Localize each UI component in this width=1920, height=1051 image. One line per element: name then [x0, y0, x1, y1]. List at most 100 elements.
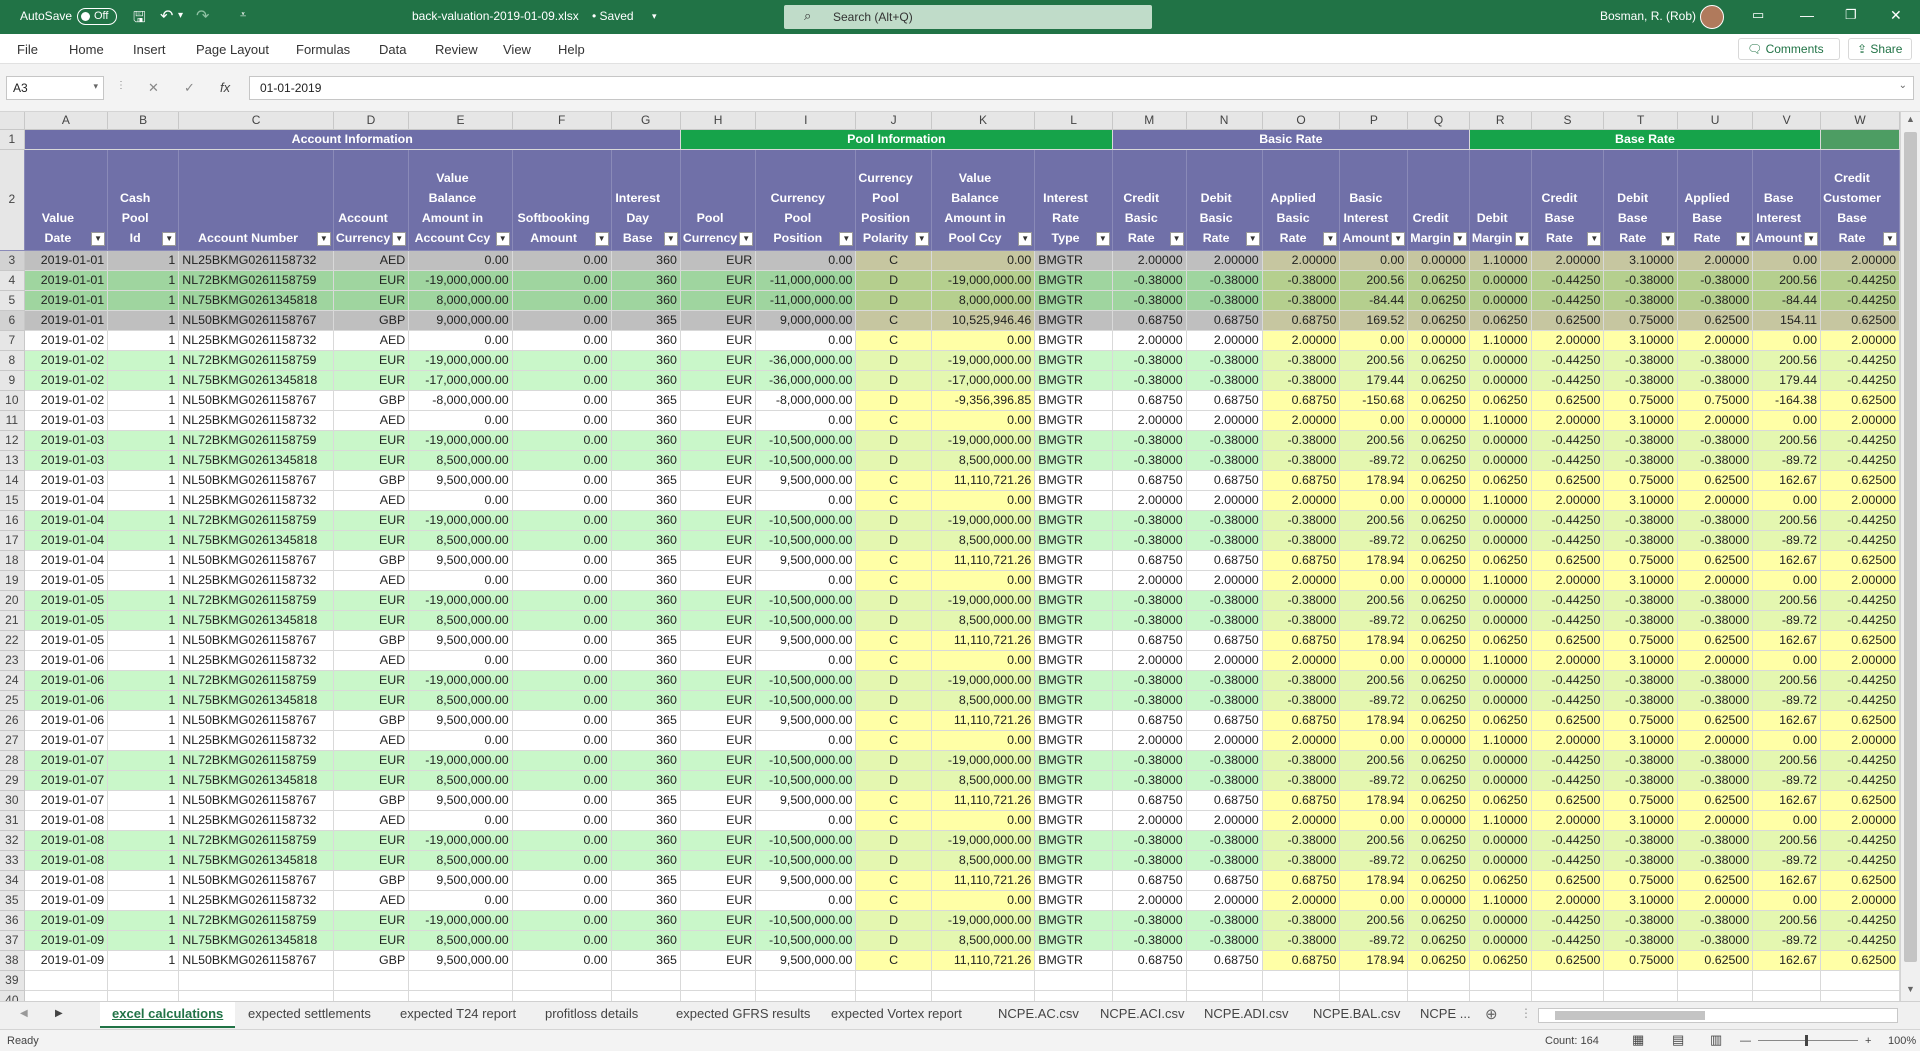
tab-review[interactable]: Review	[435, 42, 478, 57]
cell[interactable]: 0.75000	[1603, 950, 1678, 971]
cell[interactable]: 0.75000	[1603, 710, 1678, 731]
cell[interactable]: 0.00	[931, 810, 1036, 831]
cell[interactable]: 0.00	[512, 250, 612, 271]
cell[interactable]: -0.38000	[1603, 850, 1678, 871]
cell[interactable]: 11,110,721.26	[931, 790, 1036, 811]
cell[interactable]: NL72BKMG0261158759	[178, 670, 334, 691]
cell[interactable]: 2019-01-06	[24, 690, 109, 711]
cell[interactable]: C	[855, 410, 932, 431]
cell[interactable]: 0.06250	[1469, 870, 1532, 891]
cell[interactable]	[1112, 970, 1187, 991]
cell[interactable]	[755, 970, 857, 991]
cell[interactable]: 1	[107, 430, 180, 451]
sheet-tab[interactable]: NCPE.ACI.csv	[1088, 1002, 1197, 1028]
cell[interactable]	[333, 970, 410, 991]
cell[interactable]: BMGTR	[1034, 310, 1113, 331]
cell[interactable]: 0.68750	[1186, 710, 1263, 731]
cell[interactable]: 162.67	[1752, 630, 1822, 651]
cell[interactable]: 3.10000	[1603, 650, 1678, 671]
user-name[interactable]: Bosman, R. (Rob)	[1600, 9, 1696, 23]
user-avatar[interactable]	[1700, 5, 1724, 29]
cell[interactable]: 0.00000	[1469, 430, 1532, 451]
cell[interactable]: EUR	[680, 710, 757, 731]
cell[interactable]: 0.00	[931, 730, 1036, 751]
cell[interactable]: 8,500,000.00	[408, 770, 513, 791]
cell[interactable]: -0.44250	[1820, 530, 1900, 551]
cell[interactable]: 9,500,000.00	[755, 950, 857, 971]
cell[interactable]: BMGTR	[1034, 910, 1113, 931]
cell[interactable]: 1	[107, 410, 180, 431]
cell[interactable]: 0.00	[512, 510, 612, 531]
cell[interactable]: -0.38000	[1186, 270, 1263, 291]
cell[interactable]: 8,500,000.00	[408, 690, 513, 711]
cell[interactable]: 360	[611, 350, 681, 371]
column-header-J[interactable]: J	[855, 112, 932, 130]
sheet-tab[interactable]: NCPE.AC.csv	[986, 1002, 1091, 1028]
cell[interactable]: NL50BKMG0261158767	[178, 310, 334, 331]
cell[interactable]: 1	[107, 310, 180, 331]
cell[interactable]: 0.68750	[1186, 390, 1263, 411]
cell[interactable]: 2019-01-08	[24, 830, 109, 851]
cell[interactable]: 2.00000	[1677, 810, 1754, 831]
cell[interactable]: 0.06250	[1407, 910, 1470, 931]
cell[interactable]: AED	[333, 570, 410, 591]
cell[interactable]: 0.00000	[1469, 370, 1532, 391]
cell[interactable]: -10,500,000.00	[755, 590, 857, 611]
cell[interactable]: 2019-01-09	[24, 890, 109, 911]
cell[interactable]: -0.38000	[1677, 350, 1754, 371]
cell[interactable]: -0.38000	[1262, 670, 1341, 691]
cell[interactable]: BMGTR	[1034, 670, 1113, 691]
cell[interactable]: -8,000,000.00	[408, 390, 513, 411]
cell[interactable]: EUR	[680, 670, 757, 691]
row-header[interactable]: 12	[0, 430, 25, 451]
cell[interactable]: 0.62500	[1531, 630, 1605, 651]
cell[interactable]: BMGTR	[1034, 730, 1113, 751]
cell[interactable]: EUR	[680, 490, 757, 511]
cell[interactable]: -0.44250	[1531, 850, 1605, 871]
minimize-icon[interactable]: —	[1800, 7, 1814, 23]
cell[interactable]: 0.00	[1752, 410, 1822, 431]
cell[interactable]: -0.38000	[1677, 850, 1754, 871]
cell[interactable]: NL50BKMG0261158767	[178, 870, 334, 891]
cell[interactable]: 0.75000	[1603, 390, 1678, 411]
cell[interactable]: BMGTR	[1034, 250, 1113, 271]
cell[interactable]	[1262, 990, 1341, 1001]
cell[interactable]: 0.68750	[1186, 470, 1263, 491]
cell[interactable]: EUR	[680, 950, 757, 971]
cell[interactable]	[178, 970, 334, 991]
cell[interactable]: -0.38000	[1112, 830, 1187, 851]
cell[interactable]	[680, 970, 757, 991]
cell[interactable]: NL75BKMG0261345818	[178, 530, 334, 551]
cell[interactable]: 178.94	[1339, 950, 1409, 971]
cell[interactable]: BMGTR	[1034, 810, 1113, 831]
cell[interactable]: 0.00	[408, 650, 513, 671]
cell[interactable]	[1531, 990, 1605, 1001]
row-header[interactable]: 22	[0, 630, 25, 651]
search-input[interactable]: ⌕ Search (Alt+Q)	[784, 5, 1152, 29]
cell[interactable]: C	[855, 550, 932, 571]
cell[interactable]: BMGTR	[1034, 870, 1113, 891]
column-header-C[interactable]: C	[178, 112, 334, 130]
cell[interactable]: -19,000,000.00	[408, 590, 513, 611]
cell[interactable]: BMGTR	[1034, 350, 1113, 371]
cell[interactable]: -0.38000	[1262, 690, 1341, 711]
cell[interactable]: 0.00	[931, 650, 1036, 671]
filter-dropdown-icon[interactable]: ▼	[392, 231, 407, 246]
cell[interactable]: 0.00	[408, 570, 513, 591]
cell[interactable]	[931, 990, 1036, 1001]
cell[interactable]	[333, 990, 410, 1001]
row-header[interactable]: 39	[0, 970, 25, 991]
cell[interactable]: NL75BKMG0261345818	[178, 770, 334, 791]
filter-dropdown-icon[interactable]: ▼	[1514, 231, 1529, 246]
cell[interactable]: -89.72	[1752, 930, 1822, 951]
cell[interactable]: 0.06250	[1407, 790, 1470, 811]
formula-input[interactable]: 01-01-2019 ⌄	[249, 76, 1914, 100]
cell[interactable]: 0.62500	[1531, 310, 1605, 331]
cell[interactable]: -0.38000	[1603, 450, 1678, 471]
cell[interactable]: -0.44250	[1820, 930, 1900, 951]
row-header[interactable]: 6	[0, 310, 25, 331]
cell[interactable]: -19,000,000.00	[931, 750, 1036, 771]
cell[interactable]: 0.00	[931, 330, 1036, 351]
sheet-tab[interactable]: expected T24 report	[388, 1002, 528, 1028]
cell[interactable]: 0.00	[512, 610, 612, 631]
